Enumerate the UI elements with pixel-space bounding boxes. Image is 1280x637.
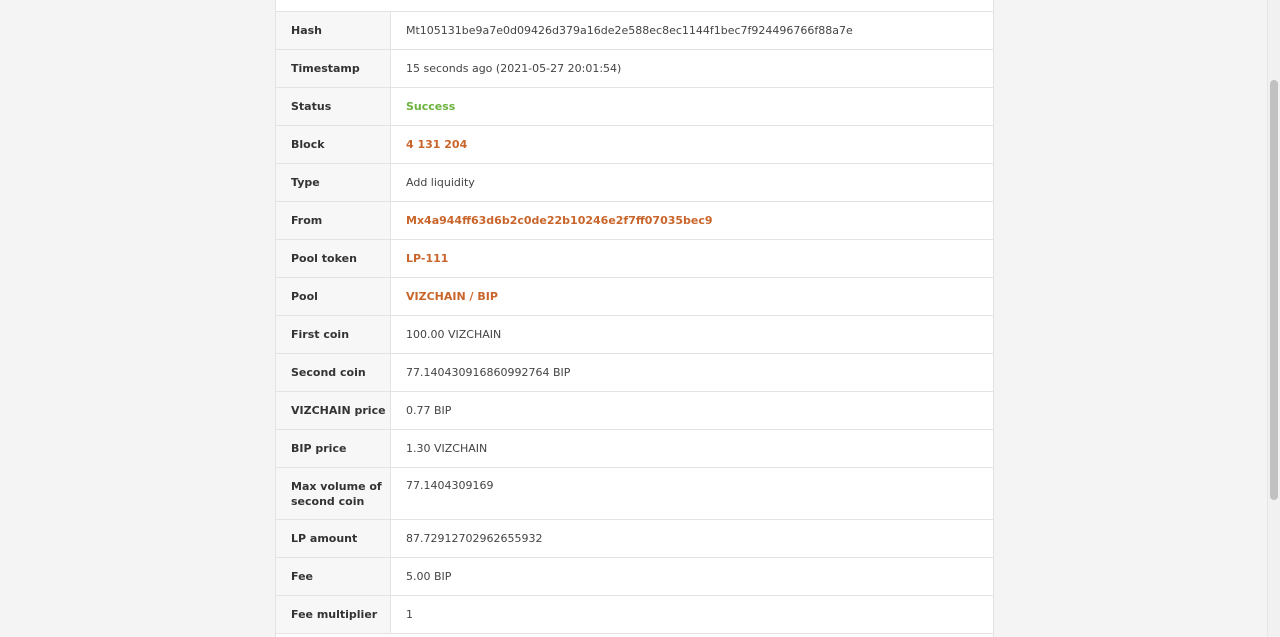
row-pool-token: Pool token LP-111 — [276, 240, 993, 278]
scrollbar-thumb[interactable] — [1270, 80, 1278, 500]
pool-link[interactable]: VIZCHAIN / BIP — [406, 290, 498, 303]
row-label: VIZCHAIN price — [276, 392, 391, 429]
lp-amount-value: 87.72912702962655932 — [406, 532, 543, 545]
row-fee: Fee 5.00 BIP — [276, 558, 993, 596]
row-status: Status Success — [276, 88, 993, 126]
row-label: BIP price — [276, 430, 391, 467]
page: Hash Mt105131be9a7e0d09426d379a16de2e588… — [0, 0, 1280, 637]
row-fee-multiplier: Fee multiplier 1 — [276, 596, 993, 634]
type-value: Add liquidity — [406, 176, 475, 189]
fee-multiplier-value: 1 — [406, 608, 413, 621]
row-hash: Hash Mt105131be9a7e0d09426d379a16de2e588… — [276, 12, 993, 50]
row-label: Type — [276, 164, 391, 201]
row-label: First coin — [276, 316, 391, 353]
timestamp-value: 15 seconds ago (2021-05-27 20:01:54) — [406, 62, 622, 75]
row-label: Pool — [276, 278, 391, 315]
from-address-link[interactable]: Mx4a944ff63d6b2c0de22b10246e2f7ff07035be… — [406, 214, 713, 227]
row-label: Fee — [276, 558, 391, 595]
row-second-coin: Second coin 77.140430916860992764 BIP — [276, 354, 993, 392]
row-max-volume: Max volume of second coin 77.1404309169 — [276, 468, 993, 520]
row-timestamp: Timestamp 15 seconds ago (2021-05-27 20:… — [276, 50, 993, 88]
row-label: Hash — [276, 12, 391, 49]
page-scrollbar[interactable] — [1267, 0, 1280, 637]
row-first-coin: First coin 100.00 VIZCHAIN — [276, 316, 993, 354]
bip-price-value: 1.30 VIZCHAIN — [406, 442, 488, 455]
row-label: Pool token — [276, 240, 391, 277]
row-label: From — [276, 202, 391, 239]
first-coin-value: 100.00 VIZCHAIN — [406, 328, 502, 341]
second-coin-value: 77.140430916860992764 BIP — [406, 366, 571, 379]
row-from: From Mx4a944ff63d6b2c0de22b10246e2f7ff07… — [276, 202, 993, 240]
row-label: Block — [276, 126, 391, 163]
row-label: LP amount — [276, 520, 391, 557]
row-bip-price: BIP price 1.30 VIZCHAIN — [276, 430, 993, 468]
row-vizchain-price: VIZCHAIN price 0.77 BIP — [276, 392, 993, 430]
row-lp-amount: LP amount 87.72912702962655932 — [276, 520, 993, 558]
row-label: Status — [276, 88, 391, 125]
status-value: Success — [406, 100, 456, 113]
transaction-details-card: Hash Mt105131be9a7e0d09426d379a16de2e588… — [275, 0, 994, 637]
card-top-edge — [276, 0, 993, 12]
row-label: Timestamp — [276, 50, 391, 87]
row-pool: Pool VIZCHAIN / BIP — [276, 278, 993, 316]
row-type: Type Add liquidity — [276, 164, 993, 202]
block-link[interactable]: 4 131 204 — [406, 138, 467, 151]
row-label: Max volume of second coin — [276, 468, 391, 519]
fee-value: 5.00 BIP — [406, 570, 452, 583]
hash-value: Mt105131be9a7e0d09426d379a16de2e588ec8ec… — [406, 24, 853, 37]
row-label: Second coin — [276, 354, 391, 391]
vizchain-price-value: 0.77 BIP — [406, 404, 452, 417]
row-block: Block 4 131 204 — [276, 126, 993, 164]
max-volume-value: 77.1404309169 — [406, 479, 494, 492]
pool-token-link[interactable]: LP-111 — [406, 252, 448, 265]
row-label: Fee multiplier — [276, 596, 391, 633]
